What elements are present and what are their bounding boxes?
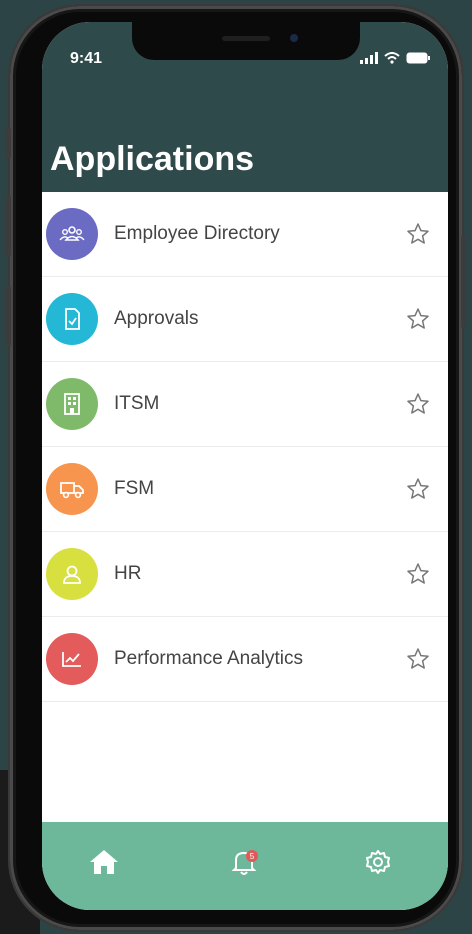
list-item-fsm[interactable]: FSM xyxy=(42,447,448,532)
app-header: 9:41 Applications xyxy=(42,22,448,192)
star-icon[interactable] xyxy=(406,222,430,246)
tab-notifications[interactable]: 5 xyxy=(226,844,262,880)
star-icon[interactable] xyxy=(406,307,430,331)
star-icon[interactable] xyxy=(406,562,430,586)
star-icon[interactable] xyxy=(406,647,430,671)
tab-home[interactable] xyxy=(86,844,122,880)
truck-icon xyxy=(46,463,98,515)
list-item-approvals[interactable]: Approvals xyxy=(42,277,448,362)
page-title: Applications xyxy=(50,140,255,178)
app-label: ITSM xyxy=(114,393,160,414)
mute-switch xyxy=(6,128,11,158)
tab-settings[interactable] xyxy=(360,844,396,880)
user-icon xyxy=(46,548,98,600)
battery-icon xyxy=(406,52,430,64)
list-item-performance-analytics[interactable]: Performance Analytics xyxy=(42,617,448,702)
volume-down-button xyxy=(6,286,11,346)
camera xyxy=(290,34,298,42)
speaker xyxy=(222,36,270,41)
star-icon[interactable] xyxy=(406,392,430,416)
app-label: Performance Analytics xyxy=(114,648,304,669)
app-label: Approvals xyxy=(114,308,199,329)
app-label: FSM xyxy=(114,478,155,499)
chart-icon xyxy=(46,633,98,685)
app-list: Employee Directory Approvals ITSM FSM HR… xyxy=(42,192,448,702)
list-item-itsm[interactable]: ITSM xyxy=(42,362,448,447)
home-icon xyxy=(90,850,118,874)
notch xyxy=(132,22,360,60)
status-icons xyxy=(360,52,430,64)
gear-icon xyxy=(366,850,390,874)
list-item-employee-directory[interactable]: Employee Directory xyxy=(42,192,448,277)
star-icon[interactable] xyxy=(406,477,430,501)
signal-icon xyxy=(360,52,378,64)
volume-up-button xyxy=(6,196,11,256)
status-time: 9:41 xyxy=(70,50,103,67)
wifi-icon xyxy=(384,52,400,64)
list-item-hr[interactable]: HR xyxy=(42,532,448,617)
notification-badge: 5 xyxy=(246,850,258,862)
building-icon xyxy=(46,378,98,430)
phone-screen: 9:41 Applications Employee Directory App… xyxy=(42,22,448,910)
document-check-icon xyxy=(46,293,98,345)
power-button xyxy=(461,236,466,328)
app-label: HR xyxy=(114,563,142,584)
people-icon xyxy=(46,208,98,260)
app-label: Employee Directory xyxy=(114,223,280,244)
tab-bar: 5 xyxy=(42,822,448,910)
